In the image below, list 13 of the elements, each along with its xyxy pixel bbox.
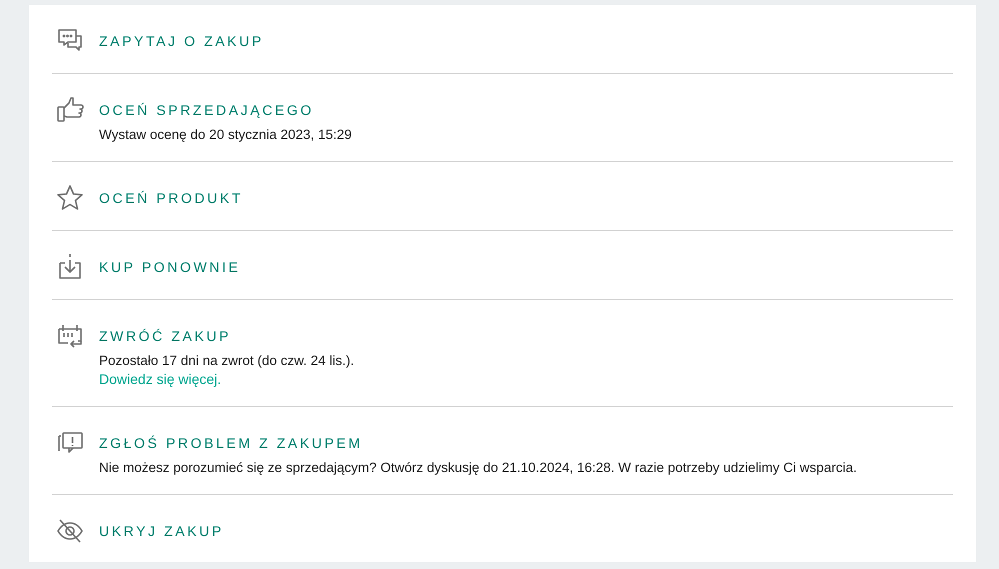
learn-more-link[interactable]: Dowiedz się więcej.: [99, 370, 222, 389]
action-link[interactable]: ZWRÓĆ ZAKUP: [99, 325, 232, 347]
thumb-icon: [55, 95, 85, 125]
action-link[interactable]: KUP PONOWNIE: [99, 256, 240, 278]
action-description: Pozostało 17 dni na zwrot (do czw. 24 lis.).: [99, 352, 356, 370]
action-link[interactable]: ZAPYTAJ O ZAKUP: [99, 30, 264, 52]
action-description: Nie możesz porozumieć się ze sprzedającym? Otwórz dyskusję do 21.10.2024, 16:28. W razie potrzeby udzielimy Ci wsparcia.: [99, 459, 858, 477]
action-link[interactable]: ZGŁOŚ PROBLEM Z ZAKUPEM: [99, 432, 363, 454]
action-link[interactable]: OCEŃ SPRZEDAJĄCEGO: [99, 99, 314, 121]
action-link[interactable]: UKRYJ ZAKUP: [99, 520, 224, 542]
star-icon: [55, 183, 85, 213]
action-link[interactable]: OCEŃ PRODUKT: [99, 187, 243, 209]
action-description: Wystaw ocenę do 20 stycznia 2023, 15:29: [99, 126, 353, 144]
